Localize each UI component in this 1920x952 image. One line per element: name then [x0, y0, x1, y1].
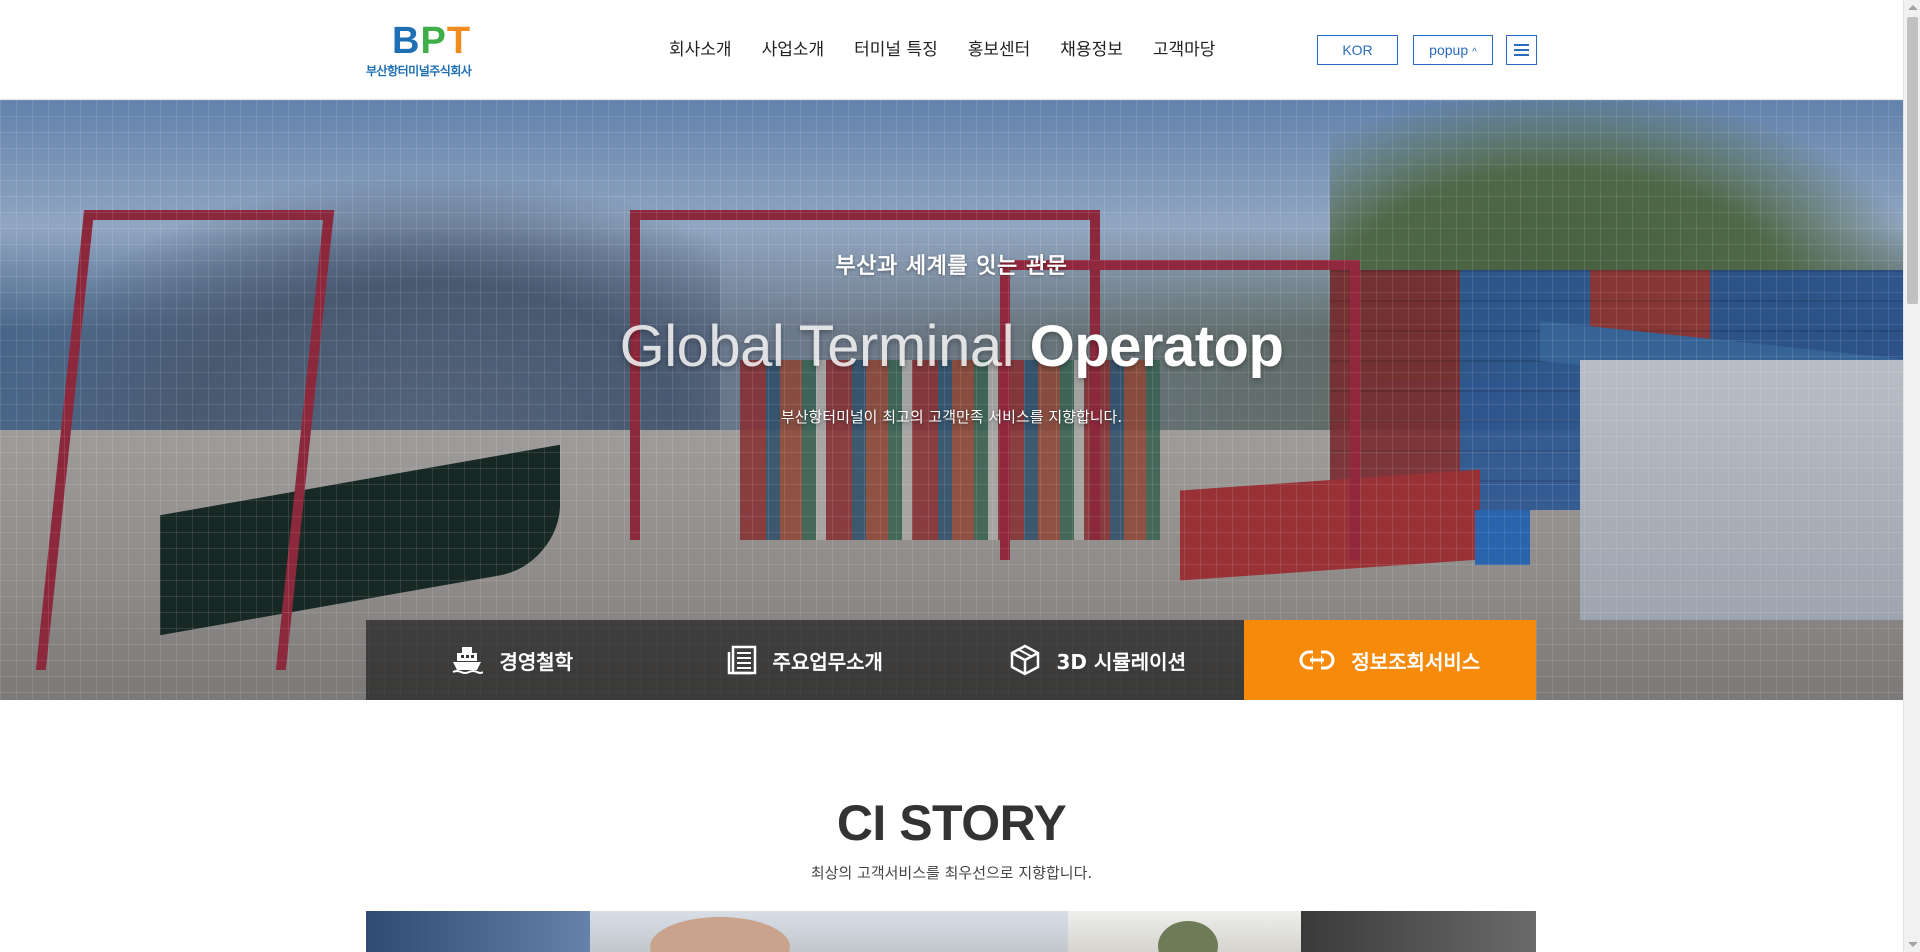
link-icon: [1299, 650, 1335, 670]
hero-grid-overlay: [0, 100, 1903, 700]
ci-story-gallery: [366, 911, 1536, 952]
hamburger-icon: [1514, 44, 1529, 46]
hamburger-menu-button[interactable]: [1506, 35, 1537, 65]
scroll-down-arrow-icon[interactable]: [1908, 942, 1918, 947]
nav-item-recruit[interactable]: 채용정보: [1045, 36, 1138, 64]
ci-story-image[interactable]: [590, 911, 1068, 952]
hamburger-icon-bar: [1514, 54, 1529, 56]
site-header: BPT 부산항터미널주식회사 회사소개 사업소개 터미널 특징 홍보센터 채용정…: [0, 0, 1903, 100]
quick-link-philosophy[interactable]: 경영철학: [366, 620, 659, 700]
hero-banner: 부산과 세계를 잇는 관문 Global Terminal Operatop 부…: [0, 100, 1903, 700]
ci-story-title: CI STORY: [836, 795, 1067, 851]
quick-link-label: 경영철학: [499, 649, 574, 674]
main-nav: 회사소개 사업소개 터미널 특징 홍보센터 채용정보 고객마당: [654, 36, 1230, 64]
quick-link-main-business[interactable]: 주요업무소개: [658, 620, 951, 700]
site-logo[interactable]: BPT 부산항터미널주식회사: [366, 22, 506, 80]
cube-icon: [1010, 644, 1039, 676]
logo-mark: BPT: [392, 22, 506, 60]
quick-link-label: 3D 시뮬레이션: [1056, 649, 1186, 674]
ci-story-image[interactable]: [1068, 911, 1301, 952]
scroll-up-arrow-icon[interactable]: [1908, 5, 1918, 10]
scrollbar-thumb[interactable]: [1907, 17, 1918, 304]
logo-letter-t: T: [446, 20, 472, 62]
logo-subtitle: 부산항터미널주식회사: [366, 64, 472, 78]
nav-item-company[interactable]: 회사소개: [654, 36, 747, 64]
document-icon: [727, 645, 756, 675]
quick-link-label: 정보조회서비스: [1351, 649, 1481, 674]
ci-story-subtitle: 최상의 고객서비스를 최우선으로 지향합니다.: [810, 864, 1093, 882]
hamburger-icon-bar: [1514, 49, 1529, 51]
quick-link-3d-simulation[interactable]: 3D 시뮬레이션: [951, 620, 1244, 700]
ci-story-image[interactable]: [366, 911, 590, 952]
logo-letter-b: B: [392, 20, 421, 62]
logo-letter-p: P: [420, 20, 447, 62]
ship-icon: [452, 647, 484, 674]
popup-button[interactable]: popup ^: [1413, 35, 1493, 65]
quick-link-label: 주요업무소개: [772, 649, 883, 674]
caret-up-icon: ^: [1472, 47, 1477, 58]
popup-label: popup: [1429, 42, 1469, 58]
nav-item-customer[interactable]: 고객마당: [1138, 36, 1231, 64]
hero-description: 부산항터미널이 최고의 고객만족 서비스를 지향합니다.: [780, 408, 1123, 426]
nav-item-business[interactable]: 사업소개: [747, 36, 840, 64]
page-scrollbar[interactable]: [1903, 0, 1920, 952]
nav-item-pr-center[interactable]: 홍보센터: [953, 36, 1046, 64]
quick-links: 경영철학 주요업무소개 3D 시뮬레이션 정보조회서비스: [366, 620, 1536, 700]
hero-title-light: Global Terminal: [619, 314, 1030, 379]
nav-item-terminal-features[interactable]: 터미널 특징: [839, 36, 953, 64]
hero-title-bold: Operatop: [1029, 314, 1284, 379]
hero-eyebrow: 부산과 세계를 잇는 관문: [835, 254, 1068, 279]
hero-title: Global Terminal Operatop: [0, 312, 1903, 382]
quick-link-info-service[interactable]: 정보조회서비스: [1243, 620, 1536, 700]
ci-story-image[interactable]: [1301, 911, 1536, 952]
language-button[interactable]: KOR: [1317, 35, 1398, 65]
